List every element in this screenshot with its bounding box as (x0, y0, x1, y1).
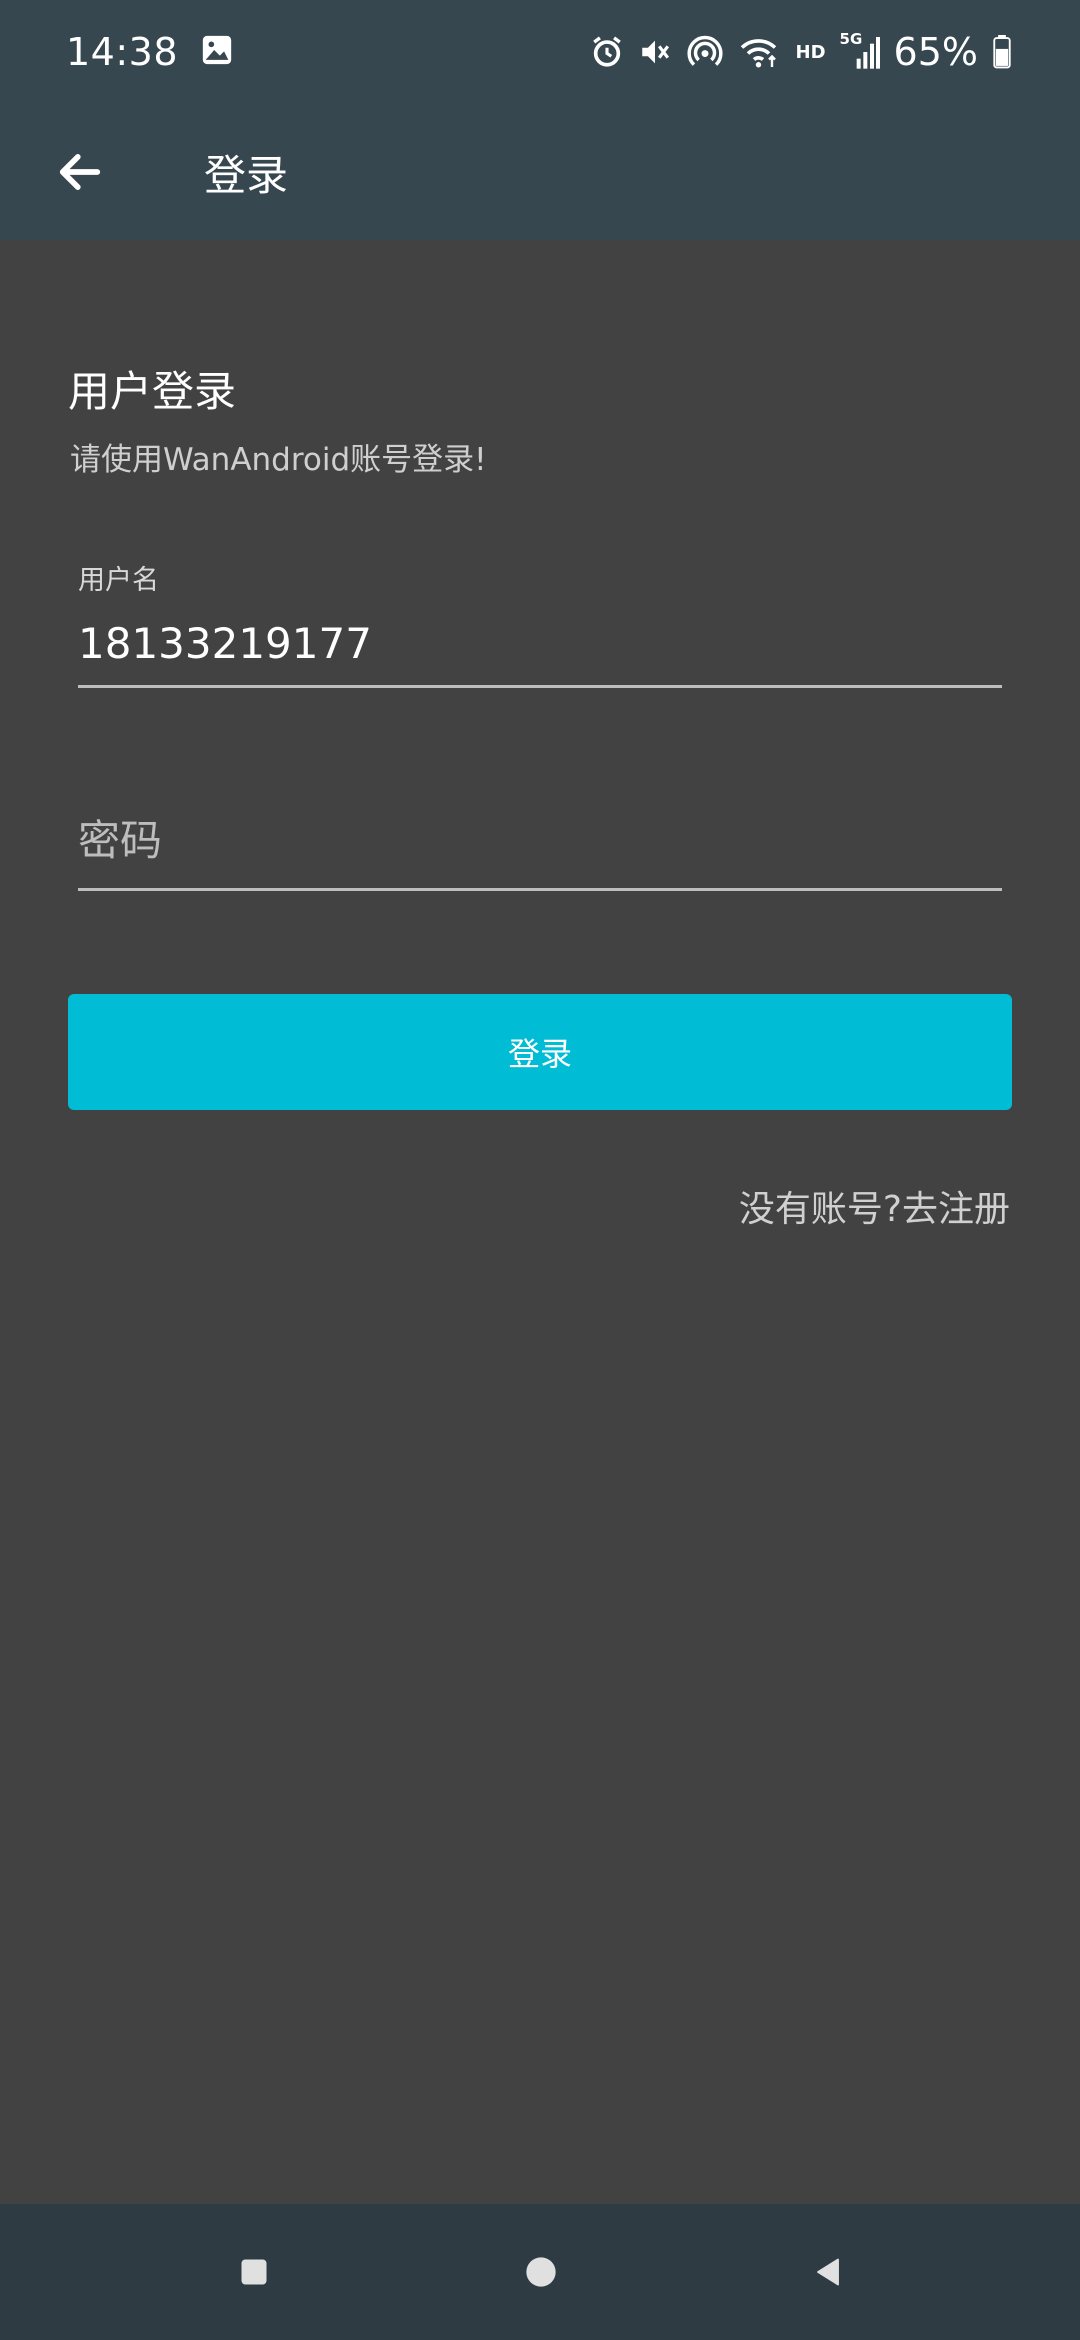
login-heading: 用户登录 (68, 367, 237, 416)
back-triangle-icon (817, 2258, 839, 2286)
username-underline (78, 685, 1002, 688)
arrow-left-icon (59, 154, 101, 190)
username-input[interactable] (78, 613, 1002, 673)
navigation-bar (0, 2204, 1080, 2340)
status-bar: 14:38 HD 5G 65% (0, 0, 1080, 104)
login-button[interactable]: 登录 (68, 994, 1012, 1110)
battery-percent: 65% (893, 30, 978, 74)
wifi-icon (738, 34, 782, 70)
alarm-icon (590, 35, 624, 69)
recents-button[interactable] (222, 2240, 286, 2304)
page-title: 登录 (204, 150, 289, 200)
signal-icon: 5G (840, 30, 880, 72)
battery-icon (992, 35, 1012, 69)
back-button[interactable] (32, 124, 128, 220)
app-bar: 登录 (0, 104, 1080, 240)
mute-icon (638, 35, 672, 69)
username-label: 用户名 (78, 565, 159, 596)
nav-back-button[interactable] (796, 2240, 860, 2304)
home-circle-icon (526, 2257, 556, 2287)
password-field (78, 810, 1002, 891)
image-icon (200, 33, 234, 71)
login-subheading: 请使用WanAndroid账号登录! (70, 442, 487, 478)
hotspot-icon (686, 33, 724, 71)
recents-square-icon (241, 2259, 267, 2285)
home-button[interactable] (509, 2240, 573, 2304)
register-link[interactable]: 没有账号?去注册 (739, 1180, 1010, 1232)
status-right: HD 5G 65% (590, 30, 1012, 74)
username-field: 用户名 (78, 558, 1002, 688)
status-left: 14:38 (66, 30, 234, 74)
network-hd-label: HD (795, 41, 826, 63)
login-screen: 14:38 HD 5G 65% 登录 用户登录 请使用WanAndroid账号登… (0, 0, 1080, 2340)
status-time: 14:38 (66, 30, 179, 74)
password-underline (78, 888, 1002, 891)
password-input[interactable] (78, 810, 1002, 870)
